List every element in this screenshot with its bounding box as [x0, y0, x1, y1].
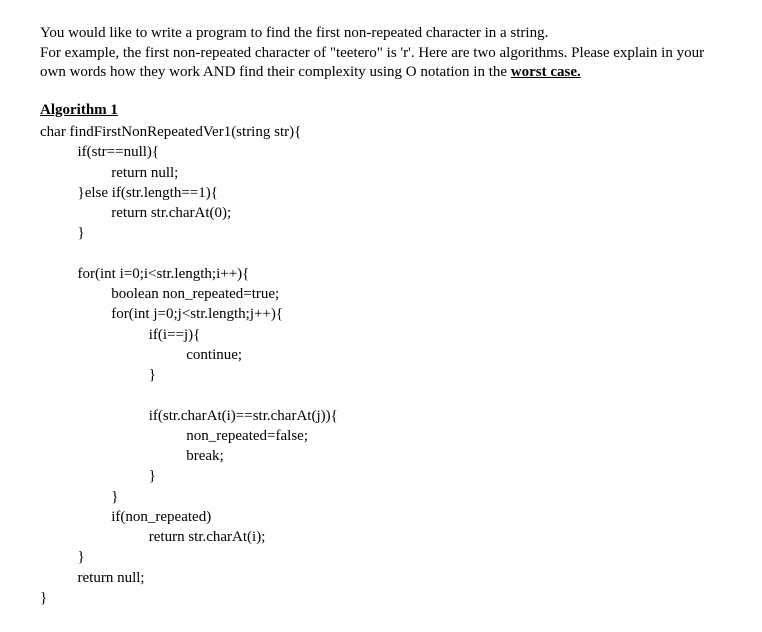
intro-line1: You would like to write a program to fin… — [40, 24, 722, 44]
worst-case-emphasis: worst case. — [511, 64, 581, 80]
algorithm-code: char findFirstNonRepeatedVer1(string str… — [40, 122, 722, 608]
algorithm-title: Algorithm 1 — [40, 101, 722, 121]
intro-line2-text: For example, the first non-repeated char… — [40, 45, 704, 81]
problem-description: You would like to write a program to fin… — [40, 24, 722, 83]
intro-line2: For example, the first non-repeated char… — [40, 44, 722, 83]
